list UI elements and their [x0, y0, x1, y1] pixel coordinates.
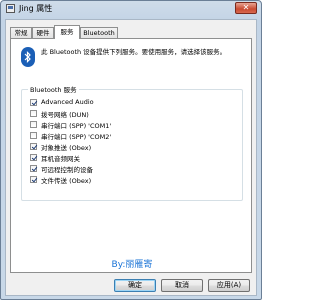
service-label: 拨号网络 (DUN) [41, 111, 89, 119]
checkbox[interactable] [30, 143, 37, 150]
tab-general[interactable]: 常规 [10, 27, 32, 38]
service-label: 串行端口 (SPP) 'COM2' [41, 133, 112, 141]
checkbox[interactable] [30, 165, 37, 172]
services-tab-page: 此 Bluetooth 设备提供下列服务。要使用服务，请选择该服务。 Bluet… [10, 38, 252, 273]
cancel-button[interactable]: 取消 [161, 279, 203, 292]
bluetooth-icon [21, 47, 35, 67]
service-label: 耳机音频网关 [41, 155, 80, 163]
service-label: Advanced Audio [41, 98, 94, 106]
service-label: 文件传送 (Obex) [41, 177, 92, 185]
window-app-icon [6, 4, 15, 13]
dialog-body: 常规 硬件 服务 Bluetooth 此 Bluetooth 设备提供下列服务。… [5, 19, 257, 296]
services-description: 此 Bluetooth 设备提供下列服务。要使用服务，请选择该服务。 [41, 48, 227, 56]
window-title: Jing 属性 [19, 4, 53, 13]
ok-button[interactable]: 确定 [114, 279, 156, 292]
service-label: 对象推送 (Obex) [41, 144, 92, 152]
service-label: 串行端口 (SPP) 'COM1' [41, 122, 112, 130]
checkbox[interactable] [30, 132, 37, 139]
title-bar[interactable]: Jing 属性 ✕ [1, 1, 261, 17]
group-label: Bluetooth 服务 [28, 84, 79, 94]
properties-window: Jing 属性 ✕ 常规 硬件 服务 Bluetooth 此 Bluetooth… [0, 0, 262, 300]
close-button[interactable]: ✕ [235, 2, 257, 14]
checkbox[interactable] [30, 176, 37, 183]
checkbox[interactable] [30, 121, 37, 128]
apply-button[interactable]: 应用(A) [208, 279, 250, 292]
checkbox[interactable] [30, 110, 37, 117]
checkbox[interactable] [30, 99, 37, 106]
watermark-text: By:丽雁寄 [111, 260, 153, 270]
checkbox[interactable] [30, 154, 37, 161]
tab-hardware[interactable]: 硬件 [32, 27, 54, 38]
service-label: 可远程控制的设备 [41, 166, 93, 174]
tab-services[interactable]: 服务 [54, 25, 80, 39]
bluetooth-services-group: Bluetooth 服务 Advanced Audio 拨号网络 (DUN) 串… [21, 84, 243, 201]
tab-bluetooth[interactable]: Bluetooth [80, 27, 118, 38]
